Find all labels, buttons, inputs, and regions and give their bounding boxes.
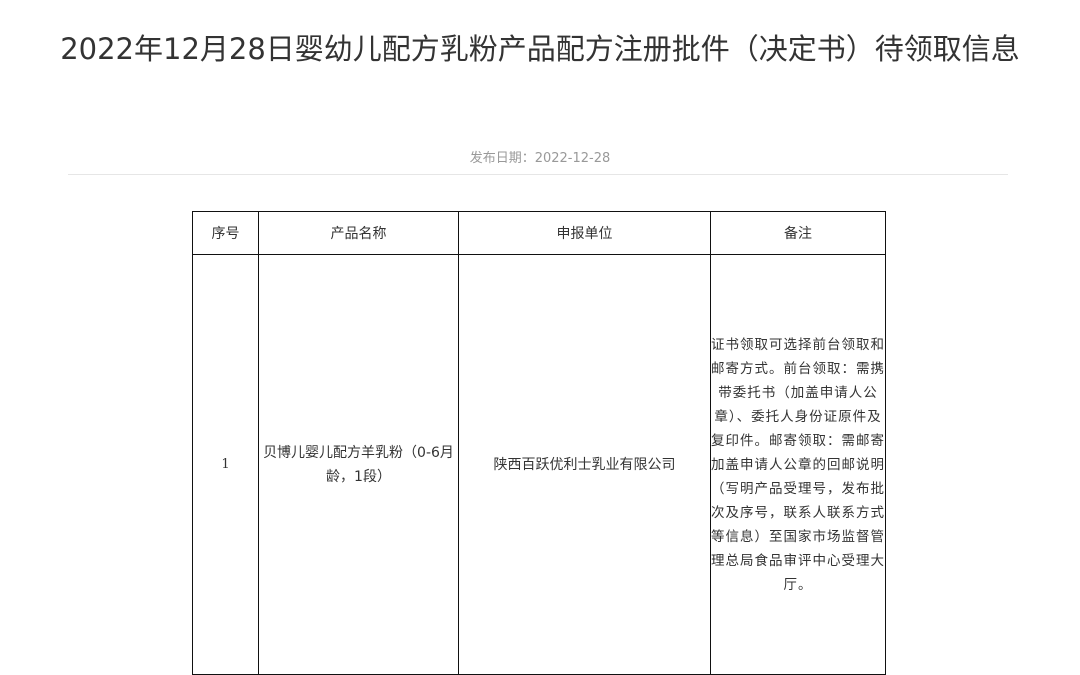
publish-date: 发布日期：2022-12-28 xyxy=(0,147,1080,166)
header-remark: 备注 xyxy=(710,211,886,255)
header-no: 序号 xyxy=(192,211,259,255)
info-table: 序号 产品名称 申报单位 备注 1 贝博儿婴儿配方羊乳粉（0-6月龄，1段） 陕… xyxy=(192,211,886,675)
title-divider xyxy=(68,174,1008,175)
publish-date-label: 发布日期： xyxy=(469,151,535,166)
cell-product: 贝博儿婴儿配方羊乳粉（0-6月龄，1段） xyxy=(258,254,459,675)
cell-no: 1 xyxy=(192,254,259,675)
cell-applicant: 陕西百跃优利士乳业有限公司 xyxy=(458,254,711,675)
publish-date-value: 2022-12-28 xyxy=(534,151,611,166)
header-product: 产品名称 xyxy=(258,211,459,255)
page-title: 2022年12月28日婴幼儿配方乳粉产品配方注册批件（决定书）待领取信息 xyxy=(60,32,1020,66)
cell-remark: 证书领取可选择前台领取和邮寄方式。前台领取：需携带委托书（加盖申请人公章）、委托… xyxy=(710,254,886,675)
header-applicant: 申报单位 xyxy=(458,211,711,255)
table-row: 1 贝博儿婴儿配方羊乳粉（0-6月龄，1段） 陕西百跃优利士乳业有限公司 证书领… xyxy=(192,254,886,675)
table-header-row: 序号 产品名称 申报单位 备注 xyxy=(192,211,886,255)
